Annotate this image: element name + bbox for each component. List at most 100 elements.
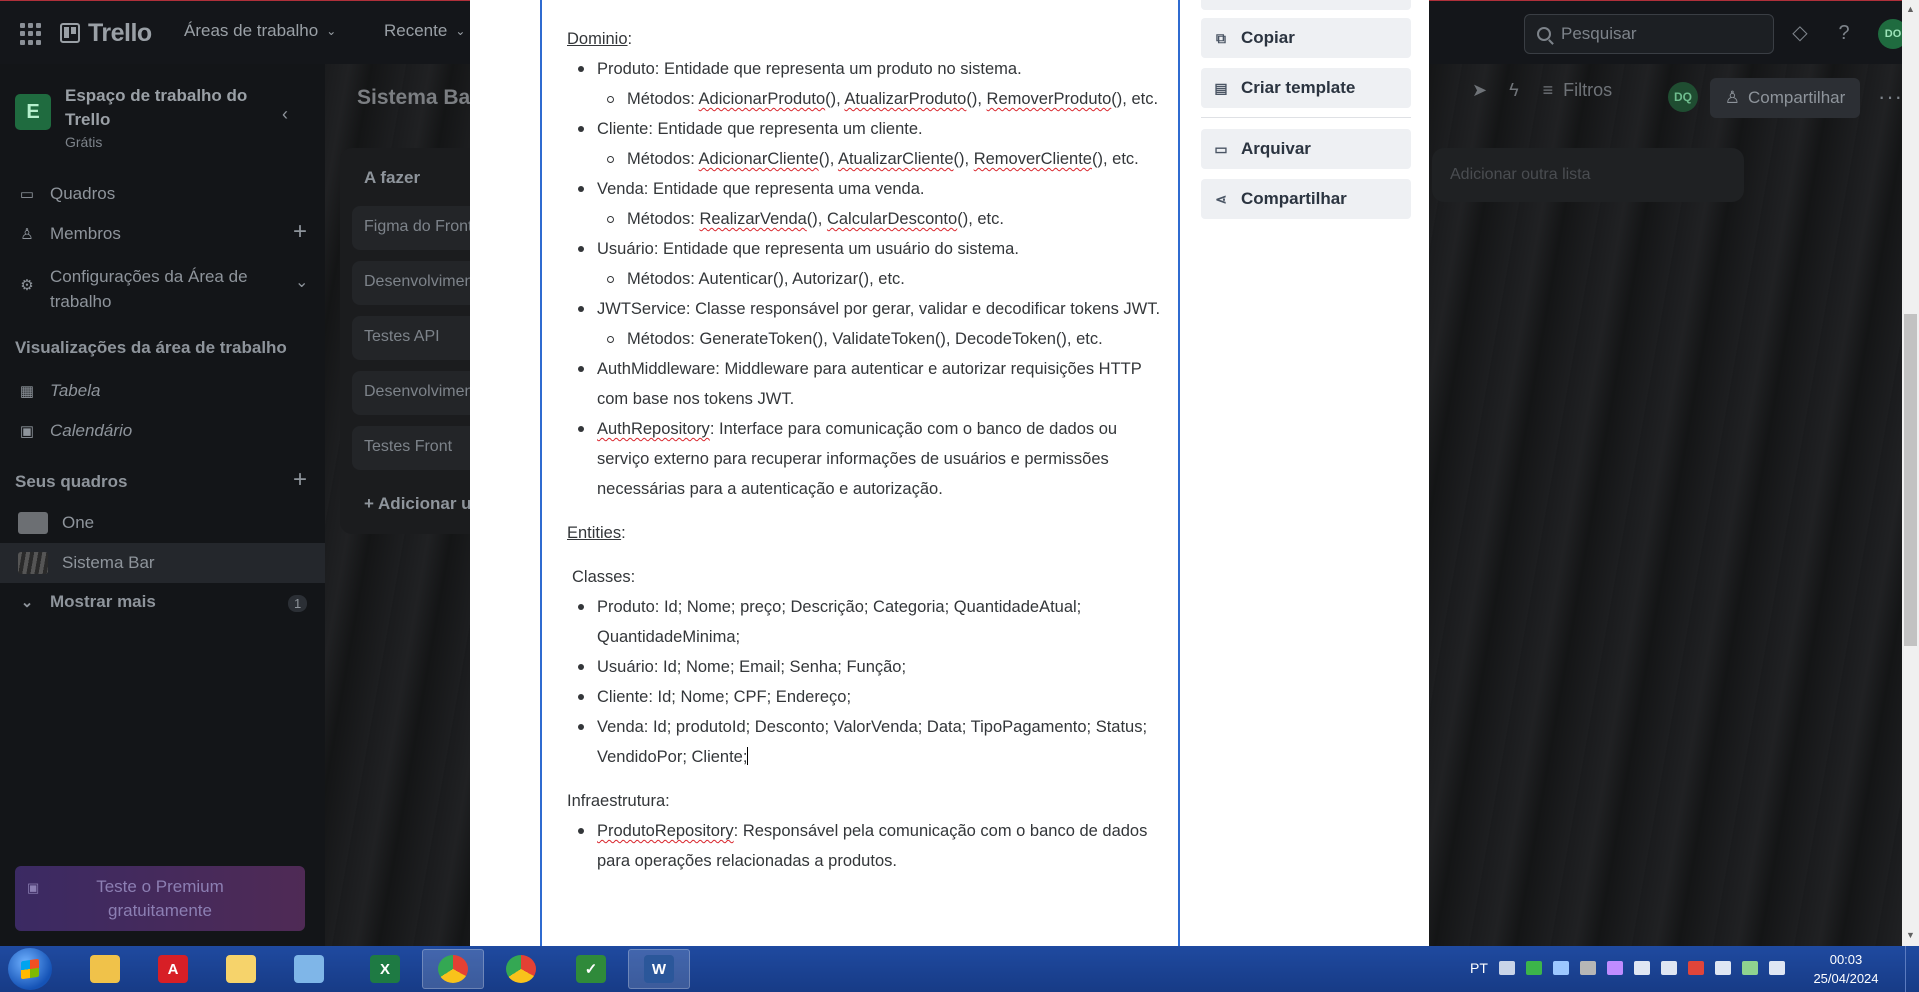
list-title[interactable]: A fazer [364,168,420,188]
person-icon: ♙ [20,226,34,243]
taskbar-chrome-profile[interactable] [422,949,484,989]
taskbar-files[interactable] [210,949,272,989]
start-button[interactable] [8,948,52,990]
speaker-icon[interactable] [1687,961,1704,975]
usb-icon[interactable] [1741,961,1758,975]
taskbar-excel[interactable]: X [354,949,416,989]
trello-logo[interactable]: Trello [60,19,152,47]
chevron-down-icon[interactable]: ⌄ [295,272,308,292]
list-item: Usuário: Entidade que representa um usuá… [567,234,1162,264]
sync-icon[interactable] [1525,961,1542,975]
printer-icon[interactable] [1660,961,1677,975]
display-icon[interactable] [1714,961,1731,975]
share-card-label: Compartilhar [1241,189,1347,208]
add-member-icon[interactable]: + [293,218,307,246]
taskbar-explorer[interactable] [74,949,136,989]
volume-icon[interactable] [1633,961,1650,975]
gear-icon: ⚙ [20,277,34,294]
app-switcher-icon[interactable] [20,23,42,45]
recent-menu[interactable]: Recente ⌄ [384,21,465,41]
filters-label[interactable]: Filtros [1563,80,1612,101]
search-input[interactable]: Pesquisar [1524,14,1774,54]
share-label: Compartilhar [1747,88,1846,107]
premium-label: Teste o Premium gratuitamente [96,877,224,920]
taskbar-sheets[interactable]: ✓ [560,949,622,989]
flag-icon[interactable] [1768,961,1785,975]
sidebar-item-label: Membros [50,224,121,243]
sidebar-item-members[interactable]: ♙ Membros [18,224,121,244]
search-icon [1537,27,1551,41]
settings-tray-icon[interactable] [1579,961,1596,975]
share-icon: ⋖ [1215,190,1227,207]
board-icon: ▭ [19,186,35,203]
premium-trial-button[interactable]: ▣ Teste o Premium gratuitamente [15,866,305,931]
show-more-boards[interactable]: ⌄ Mostrar mais [18,592,156,612]
notes-icon [294,955,324,983]
page-scrollbar[interactable]: ▲ ▼ [1902,0,1919,946]
taskbar-notes[interactable] [278,949,340,989]
excel-icon: X [370,955,400,983]
pen-icon[interactable] [1606,961,1623,975]
copy-icon: ⧉ [1216,29,1226,46]
list-item: Cliente: Entidade que representa um clie… [567,114,1162,144]
taskbar-acrobat[interactable]: A [142,949,204,989]
archive-label: Arquivar [1241,139,1311,158]
section-title-infra: Infraestrutura: [567,792,670,810]
sidebar-board-one[interactable]: One [18,512,94,534]
sidebar-item-settings[interactable]: ⚙ Configurações da Área de trabalho [18,264,270,314]
collapse-sidebar-icon[interactable]: ‹ [282,104,288,125]
your-boards-title: Seus quadros [15,472,128,491]
description-editor[interactable]: Dominio: Produto: Entidade que represent… [540,0,1180,946]
system-tray: PT [1470,960,1785,976]
sidebar-item-label: Tabela [50,381,101,400]
recent-label: Recente [384,21,448,40]
list-item: Venda: Entidade que representa uma venda… [567,174,1162,204]
language-indicator[interactable]: PT [1470,960,1488,976]
keyboard-icon[interactable] [1498,961,1515,975]
share-card-button[interactable]: ⋖ Compartilhar [1201,179,1411,219]
calendar-icon: ▣ [19,423,35,440]
archive-button[interactable]: ▭ Arquivar [1201,129,1411,169]
more-menu-icon[interactable]: ··· [1878,84,1903,110]
chrome-icon [438,955,468,983]
board-title[interactable]: Sistema Bar [357,86,478,110]
add-list-button[interactable]: Adicionar outra lista [1432,148,1744,202]
taskbar-chrome[interactable] [490,949,552,989]
list-item: Métodos: RealizarVenda(), CalcularDescon… [567,204,1162,234]
gift-icon: ▣ [27,880,40,895]
scroll-down-icon[interactable]: ▼ [1906,930,1915,940]
show-more-label: Mostrar mais [50,592,156,611]
sidebar-item-calendar[interactable]: ▣ Calendário [18,421,132,441]
files-icon [226,955,256,983]
system-clock[interactable]: 00:03 25/04/2024 [1808,950,1884,988]
chevron-down-icon: ⌄ [455,24,466,38]
filter-icon[interactable]: ≡ [1543,80,1554,101]
sidebar-board-sistema-bar[interactable]: Sistema Bar [18,552,155,574]
scrollbar-thumb[interactable] [1904,314,1917,646]
sidebar-item-table[interactable]: ▦ Tabela [18,381,101,401]
show-desktop-button[interactable] [1905,946,1919,992]
classes-label: Classes: [572,568,636,586]
taskbar-word[interactable]: W [628,949,690,989]
list-item: Métodos: Autenticar(), Autorizar(), etc. [567,264,1162,294]
action-button-partial[interactable] [1201,0,1411,10]
workspaces-menu[interactable]: Áreas de trabalho ⌄ [184,21,336,41]
section-title-entities: Entities [567,524,622,542]
board-thumbnail [18,552,48,574]
share-board-button[interactable]: ♙ Compartilhar [1710,78,1860,118]
sidebar-item-boards[interactable]: ▭ Quadros [18,184,115,204]
help-icon[interactable]: ? [1832,21,1856,45]
power-up-icon[interactable]: ➤ [1472,80,1487,101]
scroll-up-icon[interactable]: ▲ [1906,4,1915,14]
network-icon[interactable] [1552,961,1569,975]
plus-icon: + [364,494,379,513]
create-template-button[interactable]: ▤ Criar template [1201,68,1411,108]
archive-icon: ▭ [1214,140,1228,157]
copy-button[interactable]: ⧉ Copiar [1201,18,1411,58]
notifications-icon[interactable]: ◇ [1788,21,1812,45]
sidebar-item-label: Quadros [50,184,116,203]
automation-icon[interactable]: ϟ [1509,80,1519,101]
word-icon: W [644,955,674,983]
member-avatar[interactable]: DQ [1668,82,1698,112]
add-board-icon[interactable]: + [293,466,307,494]
